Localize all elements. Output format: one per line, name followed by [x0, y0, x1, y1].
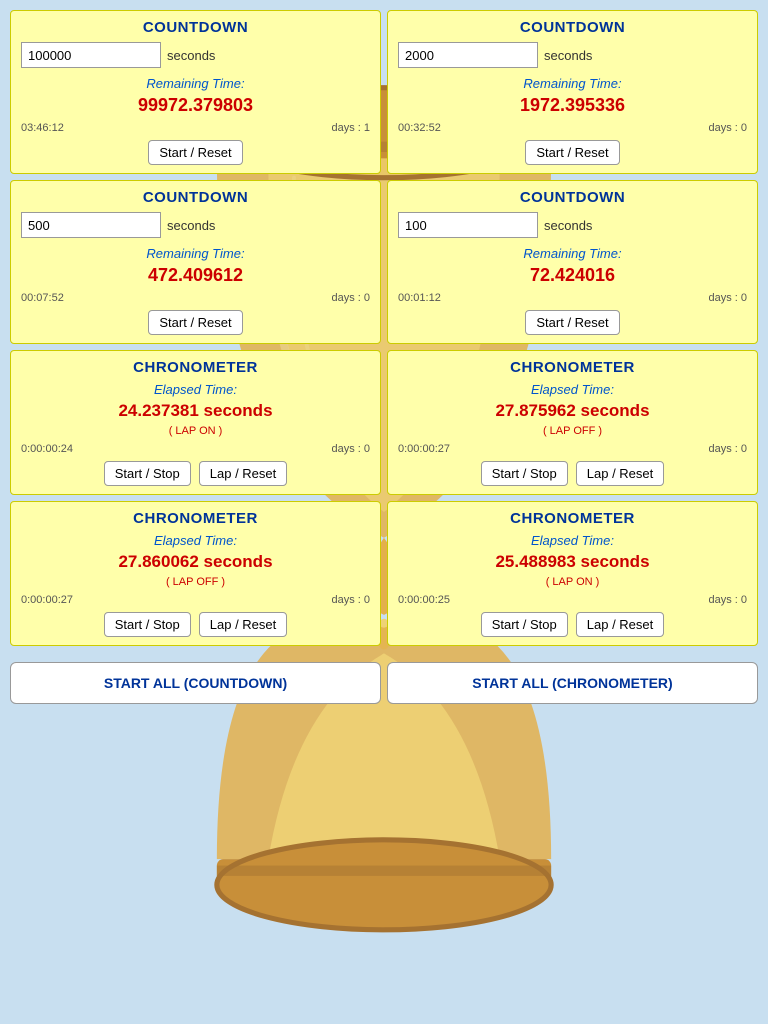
time-meta-3: 00:07:52 days : 0: [21, 292, 370, 304]
countdown-input-row-4: seconds: [398, 212, 747, 238]
start-all-countdown-button[interactable]: START ALL (COUNTDOWN): [10, 662, 381, 704]
time-display-1: 03:46:12: [21, 122, 64, 134]
btn-row-3: Start / Reset: [21, 310, 370, 335]
lap-status-2: ( LAP OFF ): [398, 425, 747, 437]
lap-reset-btn-2[interactable]: Lap / Reset: [576, 461, 665, 486]
bottom-bar: START ALL (COUNTDOWN) START ALL (CHRONOM…: [0, 652, 768, 714]
countdown-title-3: COUNTDOWN: [21, 189, 370, 206]
remaining-label-2: Remaining Time:: [398, 76, 747, 91]
countdown-input-row-3: seconds: [21, 212, 370, 238]
start-stop-btn-1[interactable]: Start / Stop: [104, 461, 191, 486]
chrono-title-1: CHRONOMETER: [21, 359, 370, 376]
days-label-4: days : 0: [708, 292, 747, 304]
lap-status-1: ( LAP ON ): [21, 425, 370, 437]
chrono-days-4: days : 0: [708, 594, 747, 606]
start-stop-btn-3[interactable]: Start / Stop: [104, 612, 191, 637]
seconds-label-4: seconds: [544, 218, 592, 233]
lap-reset-btn-1[interactable]: Lap / Reset: [199, 461, 288, 486]
days-label-3: days : 0: [331, 292, 370, 304]
start-reset-btn-2[interactable]: Start / Reset: [525, 140, 619, 165]
chrono-widget-1: CHRONOMETER Elapsed Time: 24.237381 seco…: [10, 350, 381, 495]
chrono-title-2: CHRONOMETER: [398, 359, 747, 376]
lap-status-4: ( LAP ON ): [398, 576, 747, 588]
chrono-display-2: 0:00:00:27: [398, 443, 450, 455]
chrono-display-4: 0:00:00:25: [398, 594, 450, 606]
chrono-meta-3: 0:00:00:27 days : 0: [21, 594, 370, 606]
time-meta-1: 03:46:12 days : 1: [21, 122, 370, 134]
countdown-widget-1: COUNTDOWN seconds Remaining Time: 99972.…: [10, 10, 381, 174]
chrono-meta-1: 0:00:00:24 days : 0: [21, 443, 370, 455]
chrono-btn-row-4: Start / Stop Lap / Reset: [398, 612, 747, 637]
chrono-title-3: CHRONOMETER: [21, 510, 370, 527]
seconds-label-2: seconds: [544, 48, 592, 63]
start-all-chrono-button[interactable]: START ALL (CHRONOMETER): [387, 662, 758, 704]
btn-row-2: Start / Reset: [398, 140, 747, 165]
countdown-input-row-1: seconds: [21, 42, 370, 68]
time-value-3: 472.409612: [21, 265, 370, 286]
countdown-title-1: COUNTDOWN: [21, 19, 370, 36]
countdown-input-4[interactable]: [398, 212, 538, 238]
countdown-widget-2: COUNTDOWN seconds Remaining Time: 1972.3…: [387, 10, 758, 174]
chrono-btn-row-2: Start / Stop Lap / Reset: [398, 461, 747, 486]
start-reset-btn-1[interactable]: Start / Reset: [148, 140, 242, 165]
chrono-widget-4: CHRONOMETER Elapsed Time: 25.488983 seco…: [387, 501, 758, 646]
chrono-days-3: days : 0: [331, 594, 370, 606]
countdown-widget-3: COUNTDOWN seconds Remaining Time: 472.40…: [10, 180, 381, 344]
remaining-label-3: Remaining Time:: [21, 246, 370, 261]
lap-reset-btn-3[interactable]: Lap / Reset: [199, 612, 288, 637]
start-reset-btn-3[interactable]: Start / Reset: [148, 310, 242, 335]
chrono-widget-2: CHRONOMETER Elapsed Time: 27.875962 seco…: [387, 350, 758, 495]
time-display-2: 00:32:52: [398, 122, 441, 134]
time-display-4: 00:01:12: [398, 292, 441, 304]
chrono-btn-row-3: Start / Stop Lap / Reset: [21, 612, 370, 637]
chrono-meta-4: 0:00:00:25 days : 0: [398, 594, 747, 606]
countdown-title-4: COUNTDOWN: [398, 189, 747, 206]
start-stop-btn-2[interactable]: Start / Stop: [481, 461, 568, 486]
days-label-2: days : 0: [708, 122, 747, 134]
chrono-meta-2: 0:00:00:27 days : 0: [398, 443, 747, 455]
start-reset-btn-4[interactable]: Start / Reset: [525, 310, 619, 335]
chrono-days-2: days : 0: [708, 443, 747, 455]
countdown-input-1[interactable]: [21, 42, 161, 68]
days-label-1: days : 1: [331, 122, 370, 134]
seconds-label-1: seconds: [167, 48, 215, 63]
elapsed-value-4: 25.488983 seconds: [398, 552, 747, 572]
elapsed-value-3: 27.860062 seconds: [21, 552, 370, 572]
elapsed-label-4: Elapsed Time:: [398, 533, 747, 548]
countdown-input-3[interactable]: [21, 212, 161, 238]
time-meta-4: 00:01:12 days : 0: [398, 292, 747, 304]
btn-row-4: Start / Reset: [398, 310, 747, 335]
countdown-title-2: COUNTDOWN: [398, 19, 747, 36]
countdown-input-2[interactable]: [398, 42, 538, 68]
time-value-2: 1972.395336: [398, 95, 747, 116]
chrono-days-1: days : 0: [331, 443, 370, 455]
lap-status-3: ( LAP OFF ): [21, 576, 370, 588]
time-value-1: 99972.379803: [21, 95, 370, 116]
time-value-4: 72.424016: [398, 265, 747, 286]
countdown-widget-4: COUNTDOWN seconds Remaining Time: 72.424…: [387, 180, 758, 344]
chrono-btn-row-1: Start / Stop Lap / Reset: [21, 461, 370, 486]
elapsed-value-1: 24.237381 seconds: [21, 401, 370, 421]
elapsed-label-3: Elapsed Time:: [21, 533, 370, 548]
start-stop-btn-4[interactable]: Start / Stop: [481, 612, 568, 637]
chrono-title-4: CHRONOMETER: [398, 510, 747, 527]
seconds-label-3: seconds: [167, 218, 215, 233]
elapsed-label-2: Elapsed Time:: [398, 382, 747, 397]
time-display-3: 00:07:52: [21, 292, 64, 304]
countdown-input-row-2: seconds: [398, 42, 747, 68]
chrono-display-3: 0:00:00:27: [21, 594, 73, 606]
time-meta-2: 00:32:52 days : 0: [398, 122, 747, 134]
lap-reset-btn-4[interactable]: Lap / Reset: [576, 612, 665, 637]
elapsed-label-1: Elapsed Time:: [21, 382, 370, 397]
btn-row-1: Start / Reset: [21, 140, 370, 165]
chrono-widget-3: CHRONOMETER Elapsed Time: 27.860062 seco…: [10, 501, 381, 646]
remaining-label-4: Remaining Time:: [398, 246, 747, 261]
remaining-label-1: Remaining Time:: [21, 76, 370, 91]
main-grid: COUNTDOWN seconds Remaining Time: 99972.…: [0, 0, 768, 646]
chrono-display-1: 0:00:00:24: [21, 443, 73, 455]
elapsed-value-2: 27.875962 seconds: [398, 401, 747, 421]
